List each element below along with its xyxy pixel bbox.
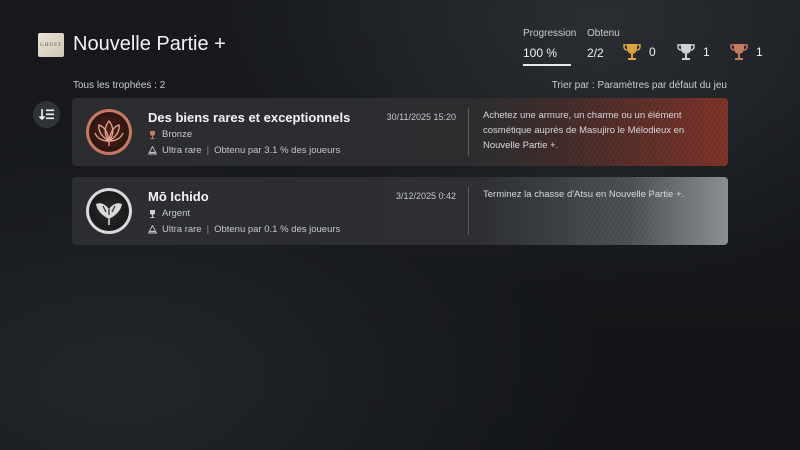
trophy-rarity: Ultra rare | Obtenu par 3.1 % des joueur…	[148, 145, 340, 156]
separator: |	[206, 145, 210, 156]
trophy-date: 3/12/2025 0:42	[395, 191, 456, 201]
divider	[468, 187, 469, 235]
trophy-grade: Argent	[148, 208, 190, 219]
progress-underline	[523, 64, 571, 66]
gold-count: 0	[649, 45, 656, 59]
bronze-trophy-stat: 1	[730, 42, 763, 62]
trophy-description: Terminez la chasse d'Atsu en Nouvelle Pa…	[483, 189, 685, 200]
trophy-description: Achetez une armure, un charme ou un élém…	[483, 110, 685, 151]
gold-trophy-stat: 0	[623, 42, 656, 62]
rarity-icon	[148, 225, 157, 234]
rarity-label: Ultra rare	[162, 145, 202, 156]
trophy-card[interactable]: Des biens rares et exceptionnels 30/11/2…	[72, 98, 728, 166]
lotus-emblem-icon	[86, 109, 132, 155]
obtained-value: 2/2	[587, 46, 604, 60]
sort-list-icon	[39, 109, 54, 121]
silver-trophy-icon	[677, 44, 695, 60]
trophy-name: Des biens rares et exceptionnels	[148, 110, 351, 125]
ginkgo-emblem-icon	[86, 188, 132, 234]
trophy-name: Mō Ichido	[148, 189, 209, 204]
sort-button[interactable]	[33, 101, 60, 128]
page-title: Nouvelle Partie +	[73, 33, 226, 55]
trophy-total-label: Tous les trophées : 2	[73, 80, 166, 91]
gold-trophy-icon	[623, 44, 641, 60]
trophy-rarity: Ultra rare | Obtenu par 0.1 % des joueur…	[148, 224, 340, 235]
obtained-percentage: Obtenu par 0.1 % des joueurs	[214, 224, 341, 235]
bronze-trophy-icon	[150, 130, 155, 139]
game-thumbnail: GHOST	[38, 33, 64, 57]
trophy-card[interactable]: Mō Ichido 3/12/2025 0:42 Argent Ultra ra…	[72, 177, 728, 245]
silver-trophy-icon	[150, 209, 155, 218]
divider	[468, 108, 469, 156]
trophy-date: 30/11/2025 15:20	[386, 112, 456, 122]
separator: |	[206, 224, 210, 235]
obtained-label: Obtenu	[587, 28, 620, 39]
trophy-grade-label: Bronze	[162, 129, 193, 140]
rarity-icon	[148, 146, 157, 155]
trophy-grade: Bronze	[148, 129, 192, 140]
trophy-stats: Progression 100 % Obtenu 2/2 0 1 1	[523, 28, 773, 68]
bronze-count: 1	[756, 45, 763, 59]
sort-label[interactable]: Trier par : Paramètres par défaut du jeu	[552, 80, 727, 91]
obtained-percentage: Obtenu par 3.1 % des joueurs	[214, 145, 341, 156]
trophy-grade-label: Argent	[162, 208, 190, 219]
progress-value: 100 %	[523, 46, 558, 60]
silver-count: 1	[703, 45, 710, 59]
progress-label: Progression	[523, 28, 577, 39]
bronze-trophy-icon	[730, 44, 748, 60]
silver-trophy-stat: 1	[677, 42, 710, 62]
rarity-label: Ultra rare	[162, 224, 202, 235]
game-thumbnail-text: GHOST	[40, 42, 62, 48]
